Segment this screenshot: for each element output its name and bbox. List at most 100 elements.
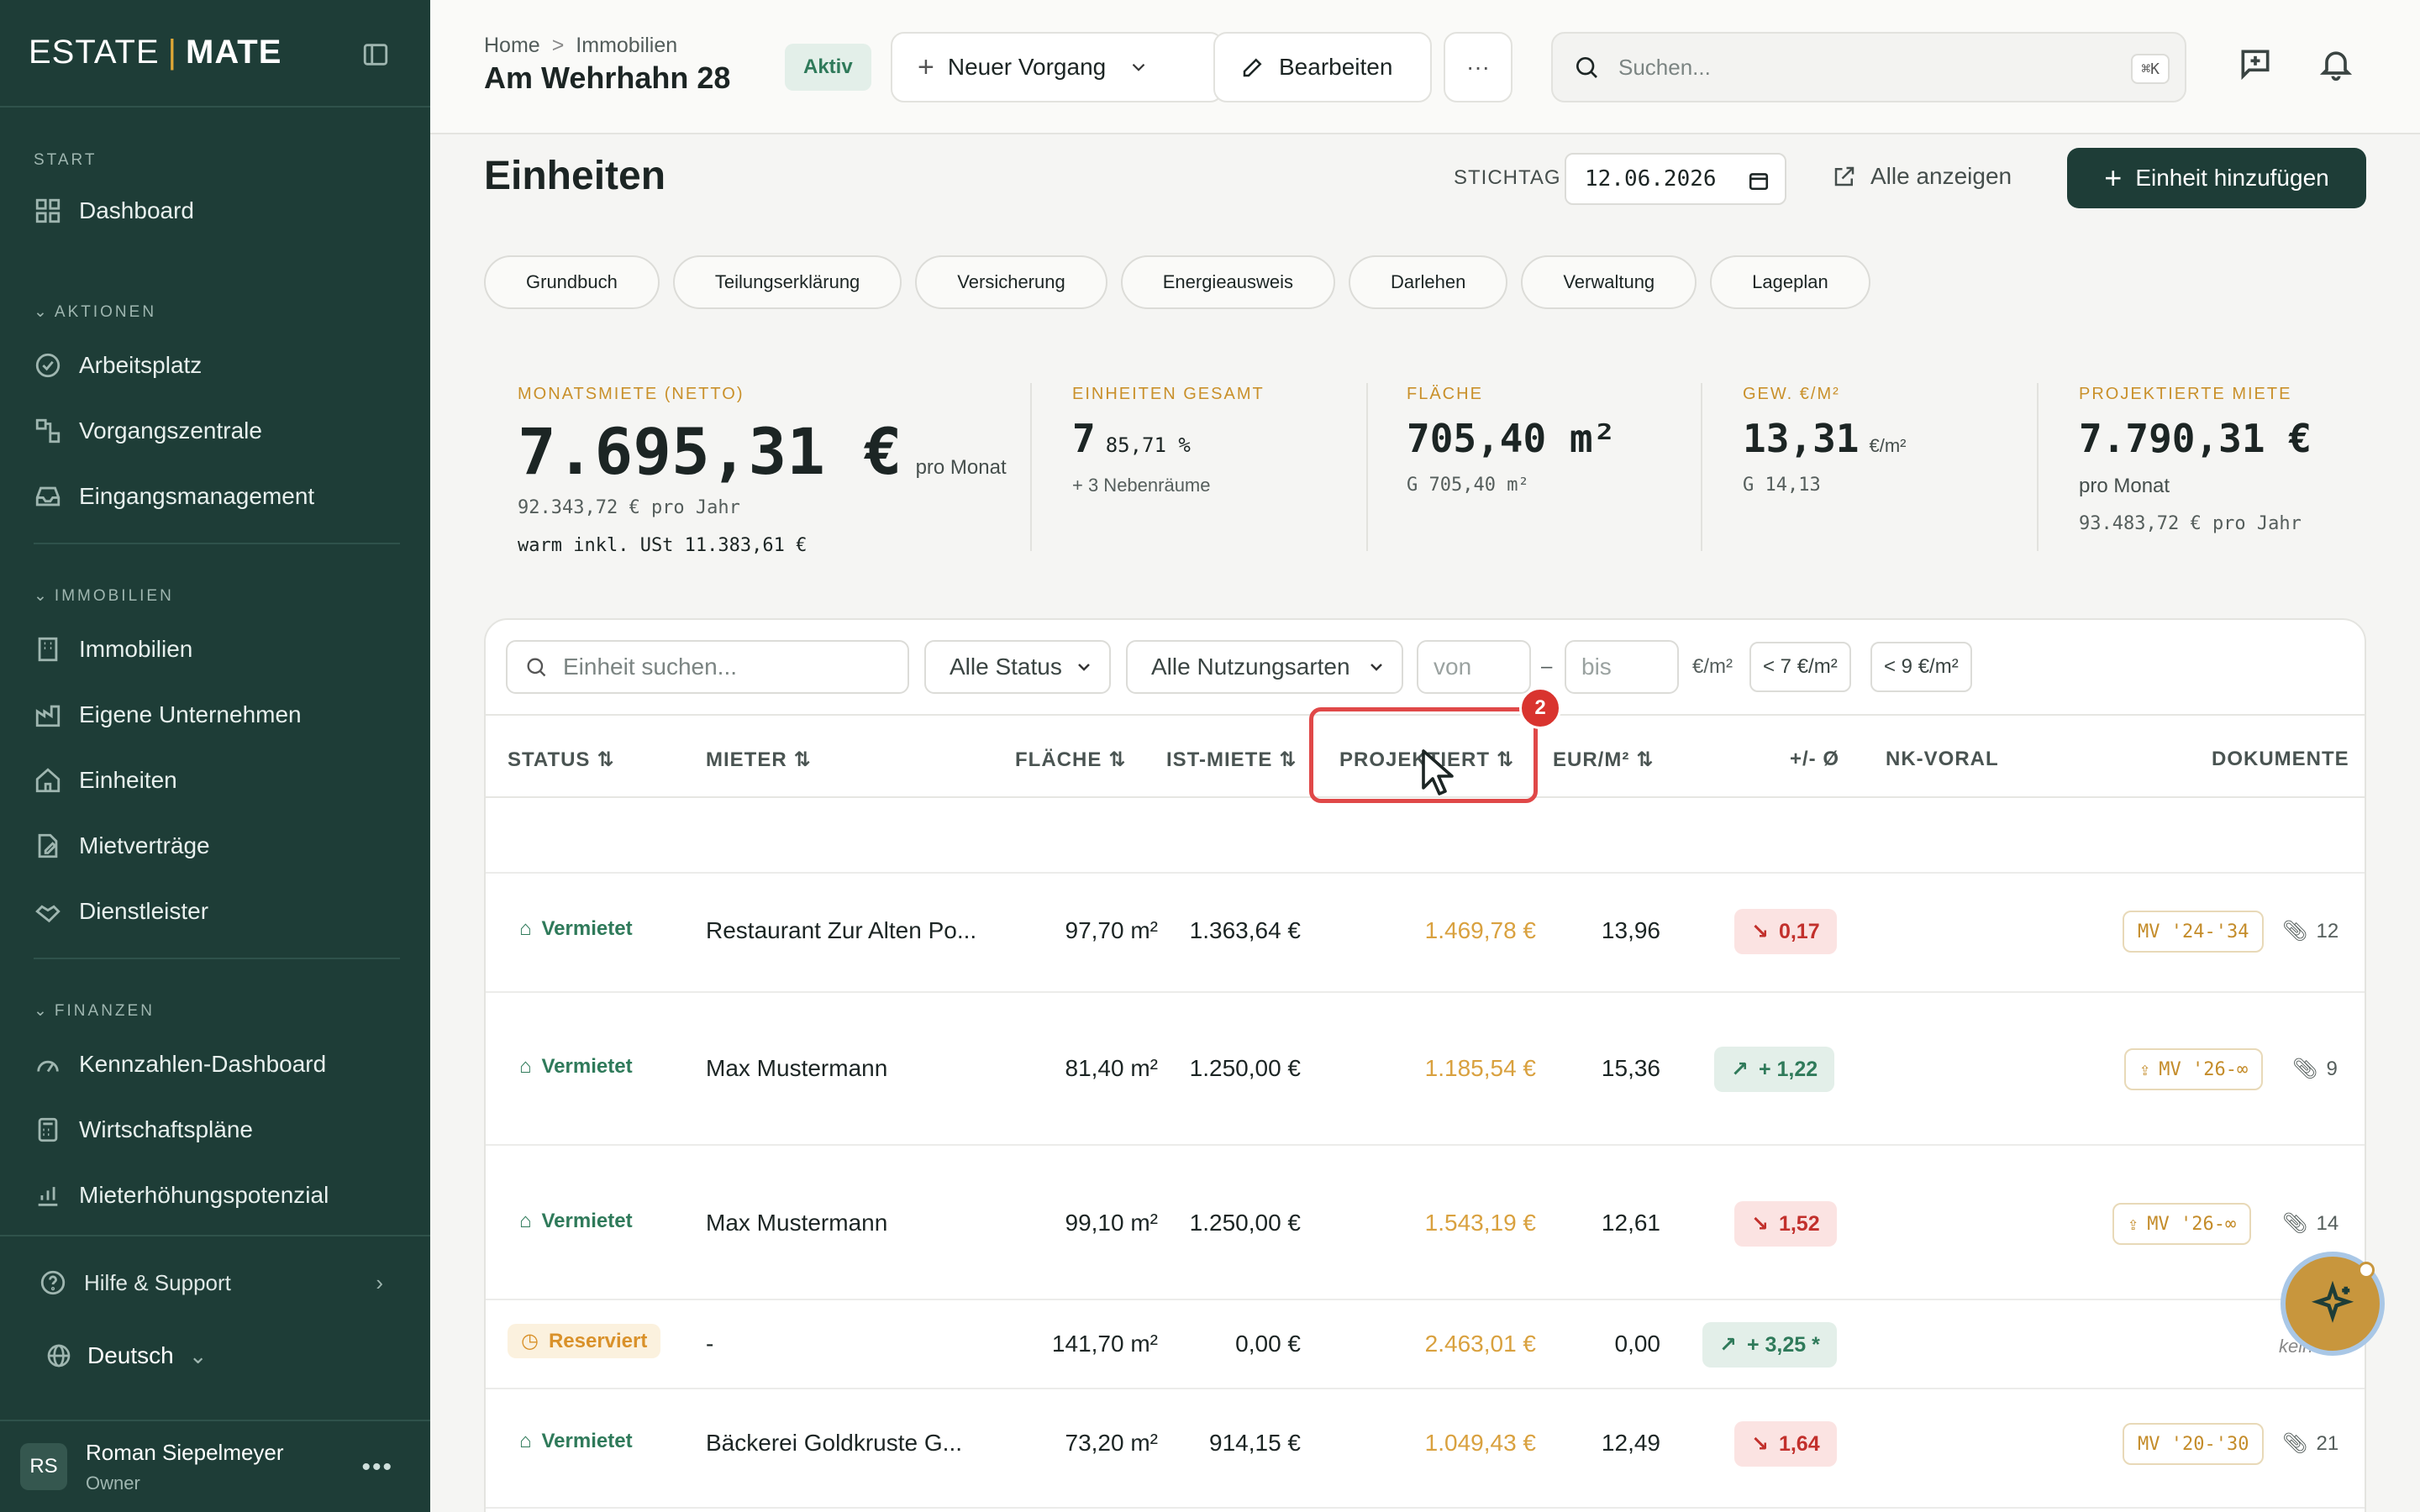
chip-versicherung[interactable]: Versicherung [915, 255, 1107, 309]
grid-icon [35, 198, 60, 223]
status-cell: ⌂ Vermietet [519, 1055, 633, 1079]
sort-icon: ⇅ [1279, 748, 1297, 771]
date-value: 12.06.2026 [1585, 166, 1717, 192]
column-header-mieter[interactable]: MIETER ⇅ [706, 748, 812, 772]
chevron-down-icon [1370, 664, 1382, 671]
global-search-input[interactable]: Suchen... ⌘K [1551, 32, 2186, 102]
sidebar-item-wirtschaftsplaene[interactable]: Wirtschaftspläne [34, 1116, 253, 1144]
document-badge[interactable]: ⇪ MV '26-∞ [2112, 1203, 2252, 1245]
kpi-sub: G 705,40 m² [1407, 475, 1529, 496]
column-header-eur-m2[interactable]: EUR/M² ⇅ [1553, 748, 1654, 772]
section-toggle-immobilien[interactable]: ⌄ IMMOBILIEN [34, 586, 174, 606]
new-case-button[interactable]: + Neuer Vorgang [891, 32, 1223, 102]
kpi-value: 13,31 [1743, 416, 1860, 461]
ai-assistant-button[interactable] [2281, 1252, 2385, 1356]
chip-darlehen[interactable]: Darlehen [1349, 255, 1508, 309]
sidebar-item-einheiten[interactable]: Einheiten [34, 766, 177, 795]
price-to-input[interactable]: bis [1565, 640, 1679, 694]
help-support-button[interactable]: Hilfe & Support › [39, 1268, 383, 1297]
breadcrumb-current[interactable]: Immobilien [576, 34, 677, 58]
app-logo[interactable]: ESTATE | MATE [29, 34, 281, 71]
home-icon: ⌂ [519, 1055, 532, 1078]
chip-grundbuch[interactable]: Grundbuch [484, 255, 660, 309]
price-from-input[interactable]: von [1417, 640, 1531, 694]
table-row[interactable]: ⌂ Vermietet Max Mustermann 81,40 m² 1.250… [486, 993, 2365, 1146]
price-unit-label: €/m² [1692, 655, 1733, 678]
quick-filter-under-9[interactable]: < 9 €/m² [1870, 642, 1972, 692]
table-row[interactable]: ⌂ Vermietet Max Mustermann 99,10 m² 1.250… [486, 1146, 2365, 1300]
sidebar-item-dienstleister[interactable]: Dienstleister [34, 897, 208, 926]
quick-filter-under-7[interactable]: < 7 €/m² [1749, 642, 1851, 692]
attachments-count[interactable]: 📎︎ 14 [2282, 1211, 2338, 1236]
sidebar-item-label: Immobilien [79, 636, 193, 662]
section-toggle-finanzen[interactable]: ⌄ FINANZEN [34, 1001, 155, 1021]
projected-rent-cell: 2.463,01 € [1424, 1331, 1536, 1357]
sidebar-item-dashboard[interactable]: Dashboard [34, 197, 194, 225]
sidebar-toggle-button[interactable] [356, 35, 395, 74]
attachments-count[interactable]: 📎︎ 12 [2282, 919, 2338, 943]
attachments-count[interactable]: 📎︎ 21 [2282, 1431, 2338, 1456]
chip-energieausweis[interactable]: Energieausweis [1120, 255, 1336, 309]
language-select[interactable]: Deutsch ⌄ [45, 1342, 208, 1369]
column-header-status[interactable]: STATUS ⇅ [508, 748, 615, 772]
document-badge[interactable]: MV '20-'30 [2123, 1423, 2265, 1465]
table-row[interactable]: ⌂ Vermietet Restaurant Zur Alten Po... 97… [486, 874, 2365, 993]
more-actions-button[interactable]: ··· [1444, 32, 1512, 102]
sort-icon: ⇅ [597, 748, 615, 771]
rent-cell: 914,15 € [1209, 1430, 1301, 1456]
sidebar-item-immobilien[interactable]: Immobilien [34, 635, 192, 664]
edit-button[interactable]: Bearbeiten [1213, 32, 1432, 102]
trend-down-icon: ↘ [1751, 920, 1769, 943]
step-number-badge: 2 [1519, 687, 1561, 729]
sidebar-item-mietvertraege[interactable]: Mietverträge [34, 832, 210, 860]
column-header-delta[interactable]: +/- Ø [1790, 748, 1839, 771]
column-header-nk-vorauszahlung[interactable]: NK-VORAL [1886, 748, 1999, 771]
kpi-value: 7 [1072, 416, 1096, 461]
stichtag-date-input[interactable]: 12.06.2026 [1565, 153, 1786, 205]
chip-teilungserklaerung[interactable]: Teilungserklärung [672, 255, 902, 309]
chip-verwaltung[interactable]: Verwaltung [1521, 255, 1697, 309]
sidebar-item-vorgangszentrale[interactable]: Vorgangszentrale [34, 417, 262, 445]
eur-m2-cell: 13,96 [1601, 917, 1660, 943]
column-header-flaeche[interactable]: FLÄCHE ⇅ [1015, 748, 1126, 772]
chip-lageplan[interactable]: Lageplan [1710, 255, 1870, 309]
stichtag-label: STICHTAG [1454, 166, 1561, 189]
kpi-divider [1701, 383, 1702, 551]
status-text: Vermietet [541, 1430, 633, 1452]
table-row[interactable]: ◷ Reserviert - 141,70 m² 0,00 € 2.463,01 … [486, 1300, 2365, 1389]
user-menu[interactable]: RS Roman Siepelmeyer Owner ••• [0, 1420, 430, 1512]
status-filter-select[interactable]: Alle Status [924, 640, 1111, 694]
unit-search-input[interactable]: Einheit suchen... [506, 640, 909, 694]
kpi-label: FLÄCHE [1407, 385, 1483, 403]
add-unit-button[interactable]: + Einheit hinzufügen [2067, 148, 2366, 208]
message-plus-icon[interactable] [2237, 45, 2274, 82]
rent-cell: 1.363,64 € [1189, 917, 1301, 943]
attachments-count[interactable]: 📎︎ 9 [2292, 1057, 2338, 1081]
table-row[interactable]: ⌂ Vermietet Bäckerei Goldkruste G... 73,2… [486, 1389, 2365, 1509]
more-dots-icon[interactable]: ••• [361, 1453, 393, 1482]
kpi-label: MONATSMIETE (NETTO) [518, 385, 744, 403]
sidebar-item-eingangsmanagement[interactable]: Eingangsmanagement [34, 482, 314, 511]
show-all-link[interactable]: Alle anzeigen [1832, 163, 2012, 190]
document-badge[interactable]: MV '24-'34 [2123, 911, 2265, 953]
kpi-units-total: EINHEITEN GESAMT 7 85,71 % + 3 Nebenräum… [1072, 385, 1265, 496]
kpi-unit: pro Monat [915, 456, 1007, 479]
breadcrumb-home[interactable]: Home [484, 34, 540, 58]
sidebar-item-arbeitsplatz[interactable]: Arbeitsplatz [34, 351, 202, 380]
area-cell: 99,10 m² [1065, 1210, 1159, 1236]
sidebar-item-eigene-unternehmen[interactable]: Eigene Unternehmen [34, 701, 302, 729]
section-toggle-aktionen[interactable]: ⌄ AKTIONEN [34, 302, 156, 322]
factory-icon [35, 705, 60, 727]
sidebar-item-kennzahlen-dashboard[interactable]: Kennzahlen-Dashboard [34, 1050, 326, 1079]
sort-icon: ⇅ [793, 748, 812, 771]
usage-filter-select[interactable]: Alle Nutzungsarten [1126, 640, 1403, 694]
column-header-dokumente[interactable]: DOKUMENTE [2212, 748, 2349, 771]
bell-icon[interactable] [2317, 45, 2354, 82]
document-badge[interactable]: ⇪ MV '26-∞ [2124, 1048, 2264, 1090]
tenant-cell: Max Mustermann [706, 1210, 888, 1236]
column-header-ist-miete[interactable]: IST-MIETE ⇅ [1166, 748, 1297, 772]
home-icon [35, 768, 60, 793]
sidebar-item-mieterhoehungspotenzial[interactable]: Mieterhöhungspotenzial [34, 1181, 329, 1210]
column-label: FLÄCHE [1015, 748, 1102, 771]
sidebar-divider [34, 958, 400, 959]
